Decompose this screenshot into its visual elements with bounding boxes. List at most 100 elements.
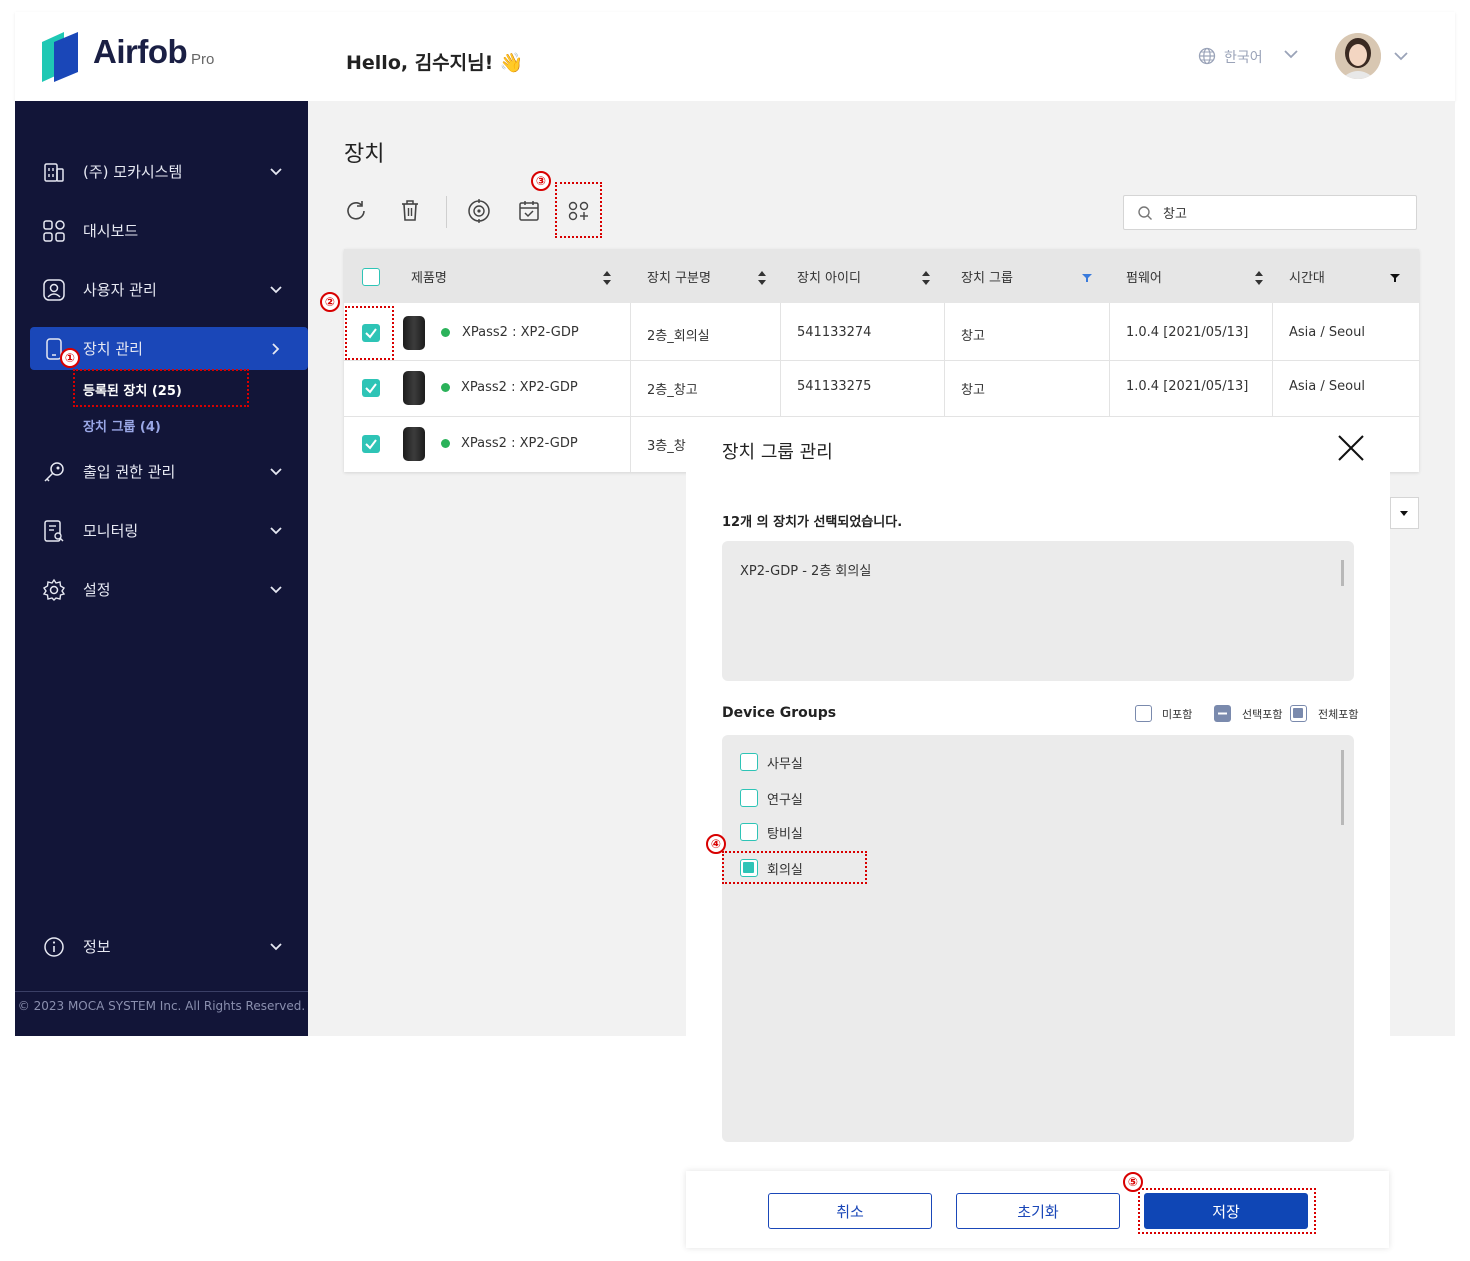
column-header-timezone[interactable]: 시간대: [1289, 267, 1325, 286]
annotation-number-3: ③: [531, 171, 551, 191]
row-checkbox[interactable]: [362, 379, 380, 397]
sidebar-item-label: 대시보드: [83, 222, 139, 240]
device-sync-icon[interactable]: [466, 198, 492, 224]
scrollbar[interactable]: [1341, 560, 1344, 586]
sidebar-item-company[interactable]: (주) 모카시스템: [30, 150, 308, 193]
copyright: © 2023 MOCA SYSTEM Inc. All Rights Reser…: [17, 999, 306, 1013]
column-header-firmware[interactable]: 펌웨어: [1126, 267, 1162, 286]
avatar-image-icon: [1335, 33, 1381, 79]
search-input[interactable]: [1163, 200, 1403, 224]
info-icon: [41, 934, 67, 960]
chevron-down-icon[interactable]: [1393, 50, 1409, 62]
trash-icon[interactable]: [397, 198, 423, 224]
select-all-checkbox[interactable]: [362, 268, 380, 286]
dashboard-icon: [41, 218, 67, 244]
legend-partial-box: [1214, 705, 1231, 722]
cell-device-name: 2층_창고: [647, 383, 698, 398]
monitor-icon: [41, 518, 67, 544]
sort-icon[interactable]: [921, 270, 931, 286]
sort-icon[interactable]: [1254, 270, 1264, 286]
sidebar: (주) 모카시스템 대시보드 사용자 관리 장치 관리 출입 권한 관리 모니터…: [15, 101, 308, 1036]
legend-partial-label: 선택포함: [1242, 708, 1283, 721]
sidebar-item-monitoring[interactable]: 모니터링: [30, 509, 308, 552]
sort-icon[interactable]: [602, 270, 612, 286]
filter-icon[interactable]: [1390, 270, 1400, 286]
check-icon: [365, 383, 377, 394]
sidebar-item-label: 정보: [83, 938, 111, 956]
column-divider: [630, 303, 631, 472]
sort-icon[interactable]: [757, 270, 767, 286]
cancel-button[interactable]: 취소: [768, 1193, 932, 1229]
cell-firmware: 1.0.4 [2021/05/13]: [1126, 325, 1249, 340]
minus-icon: [1218, 712, 1227, 715]
cell-device-name: 2층_회의실: [647, 329, 710, 344]
selected-count-text: 12개 의 장치가 선택되었습니다.: [722, 515, 903, 530]
check-icon: [365, 439, 377, 450]
group-checkbox-office[interactable]: [740, 753, 758, 771]
scrollbar[interactable]: [1341, 750, 1344, 825]
chevron-down-icon: [270, 585, 282, 593]
column-header-device-id[interactable]: 장치 아이디: [797, 267, 861, 286]
cell-product: XPass2 : XP2-GDP: [461, 380, 578, 395]
annotation-number-4: ④: [706, 834, 726, 854]
column-divider: [1109, 303, 1110, 416]
close-icon[interactable]: [1336, 433, 1366, 463]
user-icon: [41, 277, 67, 303]
logo-pro: Pro: [191, 51, 215, 68]
sidebar-item-label: 장치 관리: [83, 340, 143, 358]
caret-down-icon: [1400, 511, 1408, 516]
column-header-device-name[interactable]: 장치 구분명: [647, 267, 711, 286]
sidebar-item-label: 사용자 관리: [83, 281, 157, 299]
sidebar-item-access-management[interactable]: 출입 권한 관리: [30, 450, 308, 493]
key-icon: [41, 459, 67, 485]
sidebar-item-label: 설정: [83, 581, 111, 599]
page-size-select[interactable]: [1390, 497, 1419, 529]
cell-product: XPass2 : XP2-GDP: [462, 325, 579, 340]
sidebar-item-label: (주) 모카시스템: [83, 163, 183, 181]
legend-full-box: [1290, 705, 1307, 722]
globe-icon[interactable]: [1198, 47, 1216, 65]
sidebar-item-dashboard[interactable]: 대시보드: [30, 209, 308, 252]
device-groups-title: Device Groups: [722, 705, 837, 721]
sidebar-item-info[interactable]: 정보: [30, 925, 308, 968]
toolbar-separator: [446, 196, 447, 228]
annotation-number-1: ①: [60, 348, 80, 368]
calendar-check-icon[interactable]: [516, 198, 542, 224]
row-divider: [344, 416, 1419, 417]
group-label-pantry: 탕비실: [767, 827, 803, 842]
group-checkbox-pantry[interactable]: [740, 823, 758, 841]
column-divider: [1272, 303, 1273, 416]
cell-device-id: 541133274: [797, 325, 872, 340]
row-checkbox[interactable]: [362, 435, 380, 453]
status-dot: [441, 328, 450, 337]
sidebar-item-label: 출입 권한 관리: [83, 463, 176, 481]
refresh-icon[interactable]: [343, 198, 369, 224]
reset-button[interactable]: 초기화: [956, 1193, 1120, 1229]
annotation-box-3: [555, 182, 602, 238]
avatar[interactable]: [1335, 33, 1381, 79]
cell-device-id: 541133275: [797, 379, 872, 394]
sidebar-item-settings[interactable]: 설정: [30, 568, 308, 611]
chevron-down-icon[interactable]: [1283, 48, 1299, 60]
sidebar-subitem-device-groups[interactable]: 장치 그룹 (4): [83, 416, 161, 435]
device-thumbnail: [403, 371, 425, 405]
cell-device-name: 3층_창: [647, 439, 686, 454]
sidebar-item-label: 모니터링: [83, 522, 139, 540]
chevron-down-icon: [270, 167, 282, 175]
search-icon: [1138, 206, 1152, 220]
language-selector[interactable]: 한국어: [1224, 47, 1263, 67]
column-header-device-group[interactable]: 장치 그룹: [961, 267, 1013, 286]
filter-icon[interactable]: [1082, 270, 1092, 286]
greeting: Hello, 김수지님! 👋: [346, 52, 524, 74]
status-dot: [441, 439, 450, 448]
annotation-box-2: [345, 306, 394, 360]
annotation-box-1: [73, 369, 249, 407]
building-icon: [41, 159, 67, 185]
group-checkbox-lab[interactable]: [740, 789, 758, 807]
page-title: 장치: [344, 142, 385, 167]
cell-timezone: Asia / Seoul: [1289, 325, 1365, 340]
sidebar-item-user-management[interactable]: 사용자 관리: [30, 268, 308, 311]
column-divider: [944, 303, 945, 416]
chevron-down-icon: [270, 526, 282, 534]
column-header-product[interactable]: 제품명: [411, 267, 447, 286]
